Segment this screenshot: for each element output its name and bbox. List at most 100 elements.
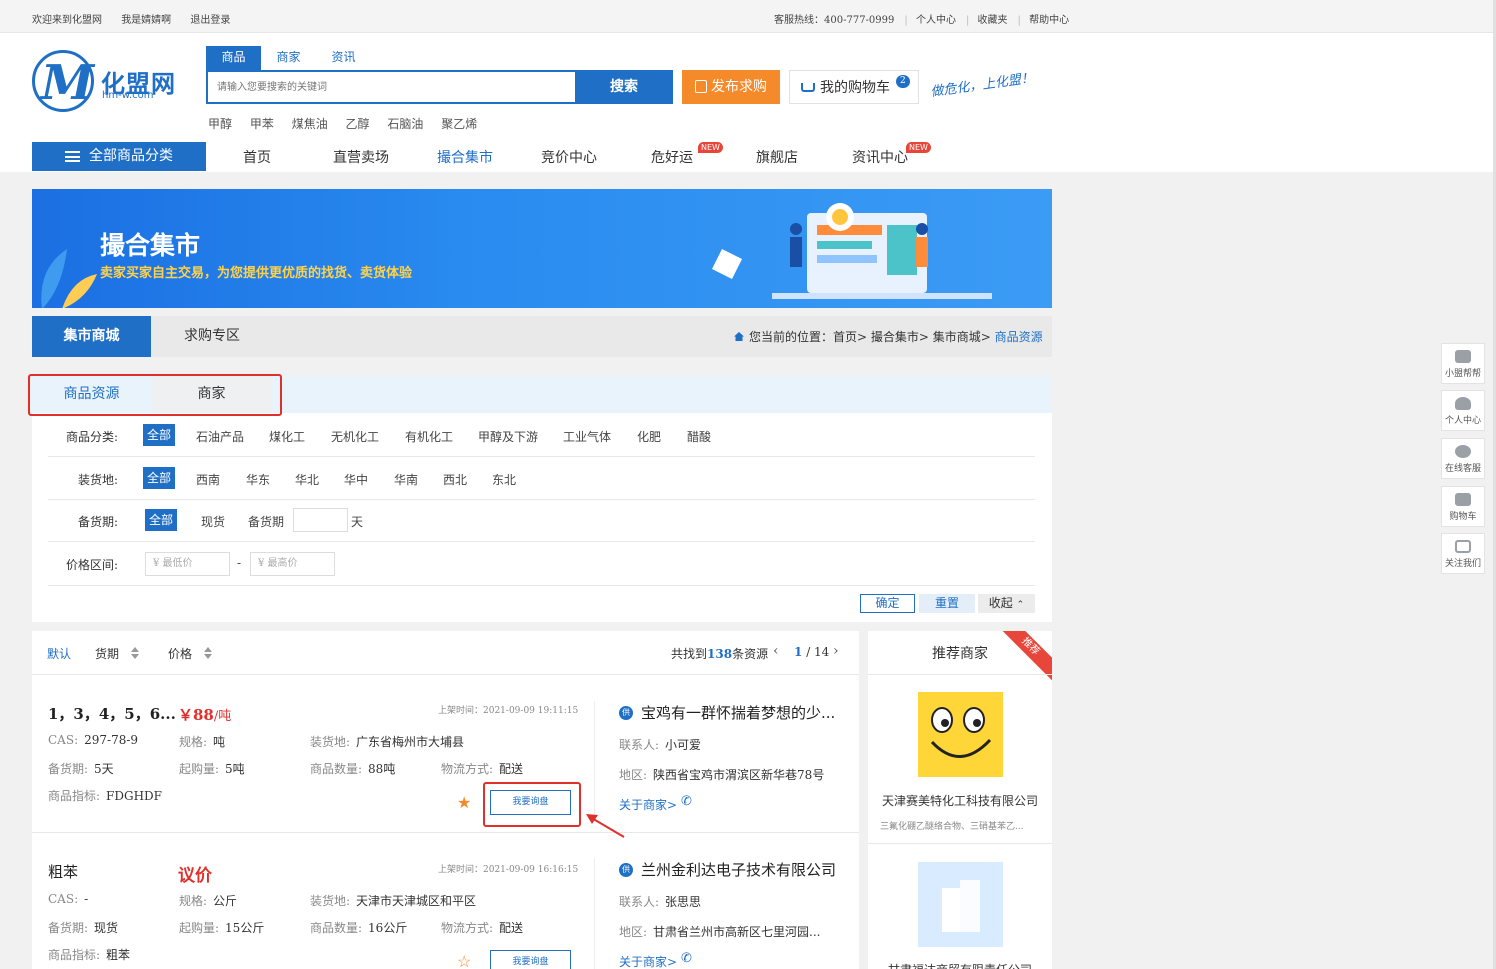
side-personal-button[interactable]: 个人中心: [1441, 390, 1485, 431]
search-tab-news[interactable]: 资讯: [316, 46, 371, 70]
filter-option[interactable]: 现货: [201, 513, 225, 530]
logo-icon[interactable]: M: [32, 50, 94, 112]
seller-name[interactable]: 宝鸡有一群怀揣着梦想的少...: [641, 702, 835, 723]
nav-weihaoyun[interactable]: 危好运: [651, 147, 693, 167]
merchant-name[interactable]: 甘肃福达商贸有限责任公司: [888, 961, 1032, 969]
tab-purchase-zone[interactable]: 求购专区: [151, 316, 273, 357]
logout-link[interactable]: 退出登录: [190, 15, 230, 26]
phone-icon[interactable]: ✆: [681, 794, 692, 809]
cart-count-badge: 2: [896, 75, 910, 88]
breadcrumb-path[interactable]: 首页> 撮合集市> 集市商城>: [833, 330, 995, 344]
contact-field: 联系人: 张思思: [619, 893, 701, 910]
kv-value: 粗苯: [106, 948, 131, 962]
about-seller-link[interactable]: 关于商家>: [619, 953, 677, 969]
user-name-link[interactable]: 我是婧婧啊: [121, 15, 171, 26]
hot-keyword[interactable]: 聚乙烯: [441, 117, 477, 131]
phone-icon[interactable]: ✆: [681, 951, 692, 966]
kv-value: 陕西省宝鸡市渭滨区新华巷78号: [653, 768, 825, 782]
kv-label: 规格:: [179, 894, 208, 908]
product-name[interactable]: 1，3，4，5，6...: [48, 703, 176, 724]
star-outline-icon[interactable]: ☆: [457, 952, 471, 969]
kv-label: CAS:: [48, 892, 79, 906]
sort-delivery[interactable]: 货期: [95, 645, 119, 662]
stock-days-input[interactable]: [293, 508, 348, 532]
merchant-name[interactable]: 天津赛美特化工科技有限公司: [882, 792, 1038, 809]
prev-page-icon[interactable]: ‹: [773, 643, 779, 659]
filter-option-active[interactable]: 全部: [145, 509, 178, 531]
hot-keyword[interactable]: 乙醇: [346, 117, 370, 131]
filter-option[interactable]: 无机化工: [331, 428, 379, 445]
filter-option[interactable]: 东北: [492, 471, 516, 488]
personal-center-link[interactable]: 个人中心: [916, 15, 956, 26]
side-help-button[interactable]: 小盟帮帮: [1441, 343, 1485, 384]
filter-option[interactable]: 工业气体: [563, 428, 611, 445]
search-tab-products[interactable]: 商品: [206, 46, 261, 70]
inquiry-button[interactable]: 我要询盘: [490, 950, 571, 969]
kv-value: 配送: [499, 921, 524, 935]
nav-home[interactable]: 首页: [243, 147, 271, 167]
filter-option[interactable]: 西北: [443, 471, 467, 488]
filter-option[interactable]: 化肥: [637, 428, 661, 445]
filter-option[interactable]: 煤化工: [269, 428, 305, 445]
search-tab-merchants[interactable]: 商家: [261, 46, 316, 70]
filter-option[interactable]: 甲醇及下游: [478, 428, 538, 445]
max-price-input[interactable]: ¥ 最高价: [250, 552, 335, 576]
nav-news-center[interactable]: 资讯中心: [852, 147, 908, 167]
help-center-link[interactable]: 帮助中心: [1029, 15, 1069, 26]
sort-up-icon[interactable]: [204, 647, 212, 652]
nav-bidding-center[interactable]: 竞价中心: [541, 147, 597, 167]
kv-value: 15公斤: [225, 921, 265, 935]
side-follow-button[interactable]: 关注我们: [1441, 533, 1485, 574]
tab-market-mall[interactable]: 集市商城: [32, 316, 151, 357]
nav-direct-market[interactable]: 直营卖场: [333, 147, 389, 167]
cart-button[interactable]: 我的购物车 2: [789, 70, 919, 104]
filter-option-active[interactable]: 全部: [143, 424, 176, 446]
sort-up-icon[interactable]: [131, 647, 139, 652]
publish-purchase-button[interactable]: 发布求购: [682, 70, 780, 104]
search-button[interactable]: 搜索: [575, 70, 673, 104]
star-icon[interactable]: ★: [457, 793, 471, 812]
hot-keyword[interactable]: 煤焦油: [292, 117, 328, 131]
recommend-panel: 推荐 推荐商家 天津赛美特化工科技有限公司 三氟化硼乙醚络合物、三硝基苯乙...…: [868, 631, 1052, 969]
filter-option[interactable]: 备货期: [248, 513, 284, 530]
filter-option[interactable]: 华中: [344, 471, 368, 488]
hot-keyword[interactable]: 甲苯: [250, 117, 274, 131]
sort-down-icon[interactable]: [131, 654, 139, 659]
seller-name[interactable]: 兰州金利达电子技术有限公司: [641, 859, 836, 880]
filter-option[interactable]: 醋酸: [687, 428, 711, 445]
filter-option-active[interactable]: 全部: [143, 467, 176, 489]
product-name[interactable]: 粗苯: [48, 861, 78, 882]
merchant-avatar[interactable]: [918, 692, 1003, 777]
nav-flagship-store[interactable]: 旗舰店: [756, 147, 798, 167]
merchant-avatar[interactable]: [918, 862, 1003, 947]
hot-keyword[interactable]: 甲醇: [208, 117, 232, 131]
nav-matching-market[interactable]: 撮合集市: [437, 147, 493, 167]
search-input[interactable]: [208, 72, 573, 102]
publish-purchase-label: 发布求购: [711, 79, 767, 95]
min-price-input[interactable]: ¥ 最低价: [145, 552, 230, 576]
sort-down-icon[interactable]: [204, 654, 212, 659]
filter-option[interactable]: 华南: [394, 471, 418, 488]
filter-option[interactable]: 石油产品: [196, 428, 244, 445]
sort-price[interactable]: 价格: [168, 645, 192, 662]
filter-option[interactable]: 华东: [246, 471, 270, 488]
side-service-button[interactable]: 在线客服: [1441, 438, 1485, 479]
kv-value: 297-78-9: [84, 733, 139, 747]
side-cart-button[interactable]: 购物车: [1441, 486, 1485, 527]
collapse-button[interactable]: 收起 ⌃: [978, 594, 1035, 613]
all-categories-button[interactable]: 全部商品分类: [32, 142, 206, 171]
confirm-button[interactable]: 确定: [860, 594, 915, 613]
filter-option[interactable]: 西南: [196, 471, 220, 488]
favorites-link[interactable]: 收藏夹: [978, 15, 1008, 26]
product-price: 议价: [178, 861, 212, 886]
kv-value: 88吨: [368, 762, 396, 776]
kv-value: 现货: [94, 921, 119, 935]
about-seller-link[interactable]: 关于商家>: [619, 796, 677, 813]
filter-option[interactable]: 华北: [295, 471, 319, 488]
result-prefix: 共找到: [671, 647, 708, 661]
next-page-icon[interactable]: ›: [833, 643, 839, 659]
hot-keyword[interactable]: 石脑油: [387, 117, 423, 131]
filter-option[interactable]: 有机化工: [405, 428, 453, 445]
reset-button[interactable]: 重置: [919, 594, 975, 613]
sort-default[interactable]: 默认: [47, 645, 71, 662]
